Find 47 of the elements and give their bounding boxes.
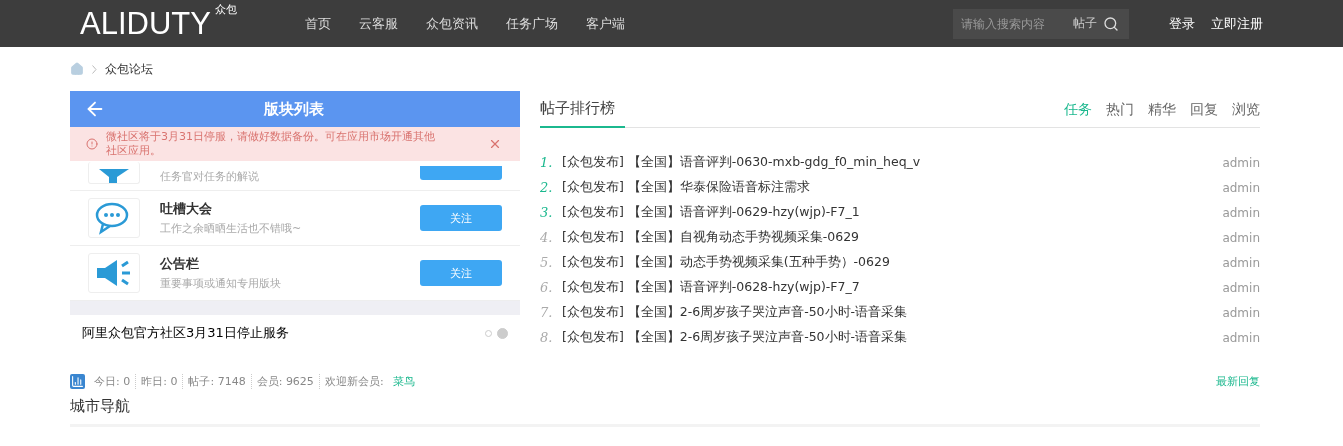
app-title: 版块列表	[263, 99, 325, 119]
rank-number: 8.	[540, 330, 554, 345]
post-link[interactable]: [众包发布] 【全国】语音评判-0630-mxb-gdg_f0_min_heq_v	[562, 154, 1223, 171]
rank-number: 7.	[540, 305, 554, 320]
stat-item: 帖子: 7148	[182, 373, 251, 389]
ranking-tab[interactable]: 精华	[1148, 101, 1176, 119]
post-link[interactable]: [众包发布] 【全国】华泰保险语音标注需求	[562, 179, 1223, 196]
rank-number: 3.	[540, 205, 554, 220]
rank-number: 4.	[540, 230, 554, 245]
nav-link[interactable]: 任务广场	[506, 14, 558, 33]
ranking-tab[interactable]: 浏览	[1232, 101, 1260, 119]
stat-item: 今日: 0	[93, 373, 132, 389]
stat-label: 欢迎新会员:	[318, 373, 389, 389]
rank-number: 6.	[540, 280, 554, 295]
ranking-tab[interactable]: 热门	[1106, 101, 1134, 119]
board-description: 任务官对任务的解说	[160, 169, 260, 184]
section-title: 城市导航	[70, 391, 1260, 427]
account-link[interactable]: 立即注册	[1211, 14, 1263, 33]
section-title: 帖子排行榜	[540, 99, 625, 128]
logo[interactable]: ALIDUTY	[80, 8, 211, 39]
board-name: 吐槽大会	[160, 200, 213, 218]
board-description: 工作之余晒晒生活也不错哦~	[160, 221, 303, 236]
rank-number: 1.	[540, 155, 554, 170]
account-link[interactable]: 登录	[1169, 14, 1195, 33]
rank-number: 5.	[540, 255, 554, 270]
ranking-tab[interactable]: 回复	[1190, 101, 1218, 119]
rank-number: 2.	[540, 180, 554, 195]
search-scope[interactable]: 帖子	[1073, 15, 1097, 32]
nav-link[interactable]: 众包资讯	[426, 14, 478, 33]
post-link[interactable]: [众包发布] 【全国】2-6周岁孩子哭泣声音-50小时-语音采集	[562, 329, 1223, 346]
nav-link[interactable]: 客户端	[586, 14, 625, 33]
logo-tag: 众包	[214, 2, 237, 17]
post-link[interactable]: [众包发布] 【全国】语音评判-0628-hzy(wjp)-F7_7	[562, 279, 1223, 296]
nav-link[interactable]: 首页	[305, 14, 331, 33]
post-link[interactable]: [众包发布] 【全国】自视角动态手势视频采集-0629	[562, 229, 1223, 246]
post-link[interactable]: [众包发布] 【全国】动态手势视频采集(五种手势）-0629	[562, 254, 1223, 271]
stat-item: 昨日: 0	[135, 373, 183, 389]
breadcrumb-link[interactable]: 众包论坛	[105, 60, 153, 78]
notice-text: 微社区将于3月31日停服，请做好数据备份。可在应用市场开通其他社区应用。	[106, 130, 436, 158]
board-description: 重要事项或通知专用版块	[160, 276, 282, 291]
nav-link[interactable]: 云客服	[359, 14, 398, 33]
slide-caption: 阿里众包官方社区3月31日停止服务	[82, 324, 290, 342]
post-link[interactable]: [众包发布] 【全国】2-6周岁孩子哭泣声音-50小时-语音采集	[562, 304, 1223, 321]
stat-item: 会员: 9625	[250, 373, 319, 389]
search-field[interactable]: 请输入搜索内容 帖子	[953, 8, 1129, 39]
post-link[interactable]: [众包发布] 【全国】语音评判-0629-hzy(wjp)-F7_1	[562, 204, 1223, 221]
board-name: 公告栏	[160, 255, 200, 273]
